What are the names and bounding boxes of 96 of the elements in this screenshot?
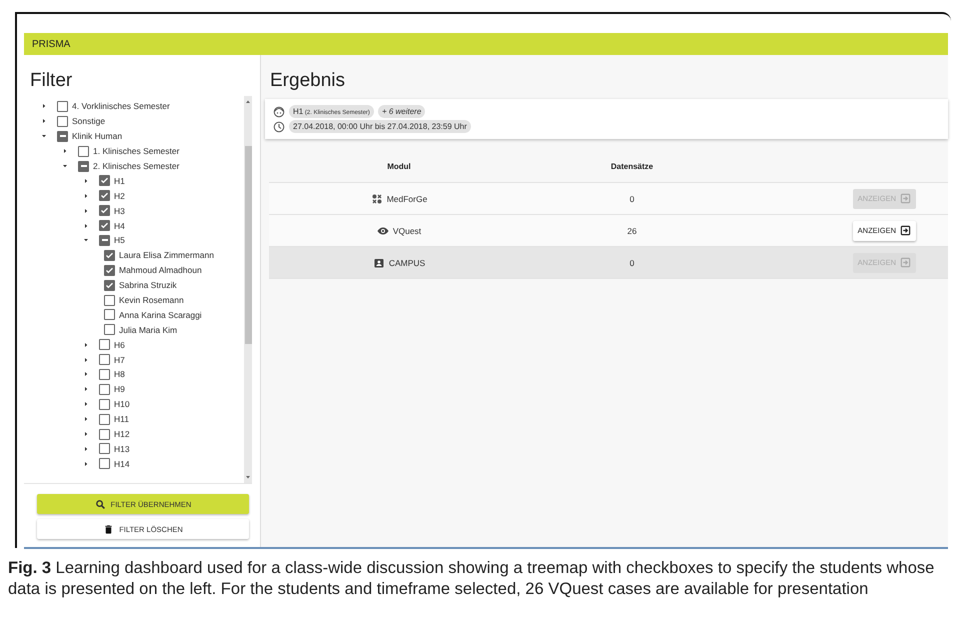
column-header: Datensätze	[610, 162, 654, 171]
checkbox[interactable]	[104, 324, 115, 336]
tree-item-label[interactable]: Kevin Rosemann	[119, 295, 184, 306]
tree-item-label[interactable]: H7	[114, 354, 125, 365]
checkbox[interactable]	[104, 280, 115, 291]
checkbox[interactable]	[104, 294, 115, 306]
scroll-down-icon[interactable]	[245, 474, 251, 480]
checkbox[interactable]	[99, 384, 110, 395]
module-name: VQuest	[392, 226, 422, 236]
expand-caret-icon[interactable]	[41, 118, 47, 124]
checkbox[interactable]	[99, 398, 110, 410]
checkbox[interactable]	[99, 428, 110, 440]
checkbox[interactable]	[99, 205, 110, 216]
id-badge-icon	[372, 256, 385, 268]
checkbox[interactable]	[99, 190, 110, 202]
expand-caret-icon[interactable]	[83, 178, 89, 184]
face-icon	[273, 106, 285, 118]
checkbox[interactable]	[99, 414, 110, 425]
tree-item-label[interactable]: H13	[114, 444, 130, 454]
scrollbar[interactable]	[244, 96, 252, 483]
tree-item-label[interactable]: Sabrina Struzik	[119, 280, 177, 290]
filter-chip: 27.04.2018, 00:00 Uhr bis 27.04.2018, 23:59 Uhr	[289, 120, 471, 133]
sign-in-icon	[900, 193, 911, 204]
sign-in-icon	[900, 257, 911, 268]
expand-caret-icon[interactable]	[83, 460, 89, 467]
collapse-caret-icon[interactable]	[41, 133, 47, 140]
checkbox[interactable]	[99, 368, 110, 380]
collapse-caret-icon[interactable]	[62, 163, 68, 169]
checkbox[interactable]	[104, 264, 115, 276]
tree-item-label[interactable]: 4. Vorklinisches Semester	[72, 101, 170, 112]
tree-item-label[interactable]: H4	[114, 220, 125, 231]
panel-heading: Ergebnis	[269, 69, 346, 93]
checkbox[interactable]	[104, 309, 115, 320]
checkbox[interactable]	[99, 354, 110, 366]
tree-item-label[interactable]: Sonstige	[72, 116, 106, 126]
expand-caret-icon[interactable]	[83, 371, 89, 378]
checkbox[interactable]	[78, 160, 89, 172]
expand-caret-icon[interactable]	[83, 386, 89, 392]
clock-icon	[273, 120, 285, 132]
app-title: PRISMA	[32, 38, 70, 50]
scroll-up-icon[interactable]	[245, 99, 251, 105]
figure-caption: Fig. 3 Learning dashboard used for a class-wide discussion showing a treemap with checkboxes to specify the students whose data is presented on the left. For the students and timeframe selected, 26 VQuest cases are available for presentation	[8, 558, 936, 600]
tree-item-label[interactable]: Klinik Human	[72, 131, 122, 142]
tree-item-label[interactable]: H12	[114, 429, 130, 440]
tree-item-label[interactable]: H3	[114, 206, 125, 216]
expand-caret-icon[interactable]	[83, 192, 89, 199]
tree-item-label[interactable]: H5	[114, 235, 125, 246]
tree-item-label[interactable]: H1	[114, 176, 125, 186]
checkbox[interactable]	[99, 234, 110, 246]
checkbox[interactable]	[57, 130, 68, 142]
tree-item-label[interactable]: H9	[114, 384, 125, 394]
expand-caret-icon[interactable]	[83, 342, 89, 348]
tree-item-label[interactable]: Laura Elisa Zimmermann	[119, 250, 214, 260]
tree-item-label[interactable]: H8	[114, 369, 125, 380]
tree-item-label[interactable]: Mahmoud Almadhoun	[119, 265, 202, 276]
record-count: 0	[630, 258, 634, 268]
filter-chip: + 6 weitere	[378, 105, 426, 118]
record-count: 26	[627, 226, 637, 236]
checkbox[interactable]	[57, 100, 68, 112]
checkbox[interactable]	[78, 146, 89, 157]
column-header: Modul	[387, 162, 411, 171]
expand-caret-icon[interactable]	[83, 356, 89, 363]
tree-item-label[interactable]: H11	[114, 414, 129, 424]
expand-caret-icon[interactable]	[83, 401, 89, 408]
expand-caret-icon[interactable]	[83, 431, 89, 438]
expand-caret-icon[interactable]	[83, 446, 89, 452]
expand-caret-icon[interactable]	[83, 208, 89, 214]
tree-item-label[interactable]: H10	[114, 399, 130, 410]
checkbox[interactable]	[99, 458, 110, 470]
expand-caret-icon[interactable]	[83, 222, 89, 229]
tree-item-label[interactable]: 2. Klinisches Semester	[93, 161, 180, 171]
tree-item-label[interactable]: H14	[114, 458, 130, 469]
module-name: CAMPUS	[388, 258, 426, 268]
tree-item-label[interactable]: H6	[114, 340, 125, 350]
expand-caret-icon[interactable]	[41, 103, 47, 110]
search-icon	[94, 498, 106, 510]
checkbox[interactable]	[99, 339, 110, 350]
checkbox[interactable]	[57, 116, 68, 127]
eye-icon	[376, 224, 389, 236]
trash-icon	[103, 524, 114, 534]
tree-item-label[interactable]: Julia Maria Kim	[119, 324, 178, 335]
tree-item-label[interactable]: H2	[114, 190, 125, 201]
expand-caret-icon[interactable]	[83, 416, 89, 422]
module-name: MedForGe	[386, 194, 428, 204]
collapse-caret-icon[interactable]	[83, 237, 89, 244]
checkbox[interactable]	[99, 443, 110, 454]
tree-item-label[interactable]: 1. Klinisches Semester	[93, 146, 180, 156]
panel-heading: Filter	[29, 69, 74, 93]
expand-caret-icon[interactable]	[62, 148, 68, 154]
sign-in-icon	[900, 225, 911, 236]
molecule-icon	[370, 192, 383, 204]
checkbox[interactable]	[99, 220, 110, 232]
checkbox[interactable]	[99, 175, 110, 186]
checkbox[interactable]	[104, 250, 115, 261]
record-count: 0	[630, 194, 634, 204]
tree-item-label[interactable]: Anna Karina Scaraggi	[119, 310, 202, 320]
